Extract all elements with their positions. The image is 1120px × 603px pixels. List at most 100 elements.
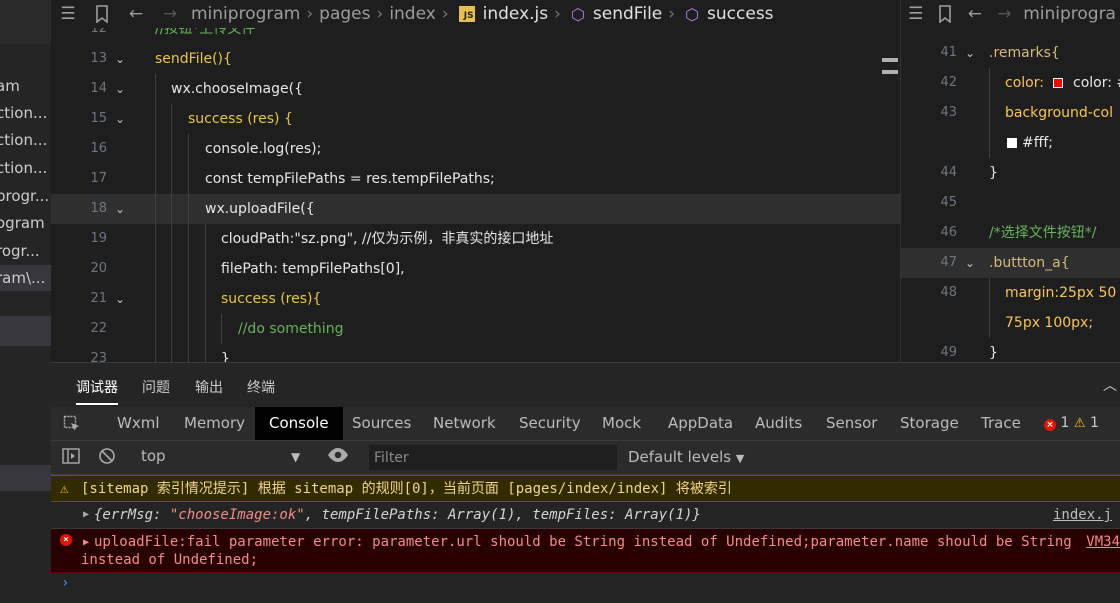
console-filter-bar: top ▼ Default levels ▼	[51, 441, 1120, 475]
code-text: margin:25px 50	[1005, 285, 1117, 301]
breadcrumb-item[interactable]: pages	[319, 4, 370, 24]
back-arrow-icon[interactable]: ←	[960, 4, 990, 24]
color-swatch[interactable]	[1052, 78, 1063, 88]
line-number: 47	[940, 255, 957, 270]
tab-sensor[interactable]: Sensor	[812, 407, 891, 440]
sidebar-toggle-icon[interactable]	[62, 447, 80, 469]
line-number: 23	[90, 351, 107, 362]
code-text: wx.chooseImage({	[171, 81, 304, 97]
fold-chevron-icon[interactable]: ⌄	[115, 74, 131, 104]
sidebar-item-selected[interactable]: ram\...	[0, 265, 51, 291]
fold-chevron-icon[interactable]: ⌄	[965, 248, 981, 278]
error-text-continued: instead of Undefined;	[81, 552, 259, 568]
breadcrumb-item[interactable]: index.js	[483, 4, 549, 24]
editor-scrollbar[interactable]	[880, 48, 900, 342]
explorer-sidebar: am ction... ction... ction... progr... o…	[0, 0, 51, 603]
sidebar-item[interactable]: progr...	[0, 183, 51, 209]
sidebar-item[interactable]: rogr...	[0, 238, 51, 264]
tab-network[interactable]: Network	[419, 407, 510, 440]
scroll-marker	[882, 70, 898, 74]
breadcrumb-item[interactable]: index	[389, 4, 436, 24]
chevron-right-icon: ›	[668, 4, 676, 24]
expand-triangle-icon[interactable]: ▶	[83, 502, 89, 528]
tab-appdata[interactable]: AppData	[654, 407, 747, 440]
breadcrumb-item[interactable]: sendFile	[593, 4, 662, 24]
warning-text: [sitemap 索引情况提示] 根据 sitemap 的规则[0]，当前页面 …	[81, 481, 732, 497]
devtools-tab-bar: Wxml Memory Console Sources Network Secu…	[51, 407, 1120, 441]
tab-wxml[interactable]: Wxml	[103, 407, 174, 440]
sidebar-item[interactable]: ogram	[0, 210, 51, 236]
tab-trace[interactable]: Trace	[967, 407, 1035, 440]
tab-terminal[interactable]: 终端	[247, 377, 275, 397]
code-text: }	[221, 351, 230, 362]
css-editor[interactable]: 41 ⌄ .remarks{ 42 color: color: #FF0 43 …	[900, 28, 1120, 362]
caret-down-icon[interactable]: ▼	[291, 450, 300, 464]
code-line: 21 ⌄ success (res){	[51, 284, 900, 314]
console-prompt-icon[interactable]: ›	[61, 575, 69, 591]
console-log[interactable]: ▶ {errMsg: "chooseImage:ok", tempFilePat…	[51, 502, 1120, 529]
context-selector[interactable]: top	[141, 447, 166, 465]
tab-mock[interactable]: Mock	[588, 407, 655, 440]
line-number: 46	[940, 225, 957, 240]
js-file-icon: JS	[458, 6, 475, 22]
tab-output[interactable]: 输出	[195, 377, 223, 397]
tab-debugger[interactable]: 调试器	[76, 377, 118, 397]
line-number: 44	[940, 165, 957, 180]
code-line: 12 //按钮*上传文件	[51, 28, 900, 44]
log-source-link[interactable]: index.j	[1053, 502, 1112, 528]
tab-audits[interactable]: Audits	[741, 407, 816, 440]
fold-chevron-icon[interactable]: ⌄	[115, 44, 131, 74]
list-icon[interactable]: ☰	[51, 4, 85, 24]
code-line: 23 }	[51, 344, 900, 362]
code-text: console.log(res);	[205, 141, 322, 157]
scroll-marker	[882, 58, 898, 62]
tab-problems[interactable]: 问题	[142, 377, 170, 397]
filter-input[interactable]	[369, 445, 617, 470]
bookmark-icon[interactable]	[931, 5, 961, 23]
line-number: 21	[90, 291, 107, 306]
sidebar-item[interactable]: am	[0, 73, 51, 99]
sidebar-item[interactable]: ction...	[0, 155, 51, 181]
error-source-link[interactable]: VM34	[1086, 533, 1120, 551]
issue-counters[interactable]: × 1 ⚠ 1	[1044, 415, 1099, 431]
sidebar-item[interactable]: ction...	[0, 100, 51, 126]
expand-triangle-icon[interactable]: ▶	[83, 534, 89, 552]
tab-sources[interactable]: Sources	[338, 407, 425, 440]
panel-tab-bar: 调试器 问题 输出 终端 ︿	[51, 362, 1120, 407]
eye-icon[interactable]	[327, 446, 349, 468]
tab-console[interactable]: Console	[255, 407, 343, 440]
chevron-right-icon: ›	[306, 4, 314, 24]
inspect-element-icon[interactable]	[63, 415, 81, 433]
line-number: 41	[940, 45, 957, 60]
fold-chevron-icon[interactable]: ⌄	[115, 284, 131, 314]
fold-chevron-icon[interactable]: ⌄	[115, 194, 131, 224]
tab-storage[interactable]: Storage	[886, 407, 973, 440]
active-tab-underline	[76, 403, 118, 405]
fold-chevron-icon[interactable]: ⌄	[115, 104, 131, 134]
console-error[interactable]: × ▶ uploadFile:fail parameter error: par…	[51, 529, 1120, 573]
forward-arrow-icon[interactable]: →	[990, 4, 1020, 24]
breadcrumb-item[interactable]: miniprogra	[1023, 4, 1116, 24]
clear-console-icon[interactable]	[98, 447, 116, 469]
back-arrow-icon[interactable]: ←	[119, 4, 153, 24]
warning-icon: ⚠	[60, 481, 69, 497]
breadcrumb-item[interactable]: success	[707, 4, 774, 24]
log-levels-dropdown[interactable]: Default levels ▼	[628, 448, 744, 466]
fold-chevron-icon[interactable]: ⌄	[965, 38, 981, 68]
console-output[interactable]: ⚠ [sitemap 索引情况提示] 根据 sitemap 的规则[0]，当前页…	[51, 475, 1120, 603]
log-levels-label: Default levels	[628, 448, 732, 466]
breadcrumb-item[interactable]: miniprogram	[191, 4, 300, 24]
tab-security[interactable]: Security	[505, 407, 595, 440]
bookmark-icon[interactable]	[85, 5, 119, 23]
list-icon[interactable]: ☰	[901, 4, 931, 24]
forward-arrow-icon[interactable]: →	[153, 4, 187, 24]
tab-memory[interactable]: Memory	[170, 407, 259, 440]
sidebar-block	[0, 465, 51, 491]
line-number: 45	[940, 195, 957, 210]
code-editor[interactable]: 12 //按钮*上传文件 13 ⌄ sendFile(){ 14 ⌄ wx.ch…	[51, 28, 900, 362]
sidebar-item[interactable]: ction...	[0, 127, 51, 153]
code-text: //按钮*上传文件	[155, 28, 256, 37]
line-number: 49	[940, 345, 957, 360]
color-swatch[interactable]	[1007, 138, 1017, 148]
chevron-up-icon[interactable]: ︿	[1103, 375, 1117, 395]
